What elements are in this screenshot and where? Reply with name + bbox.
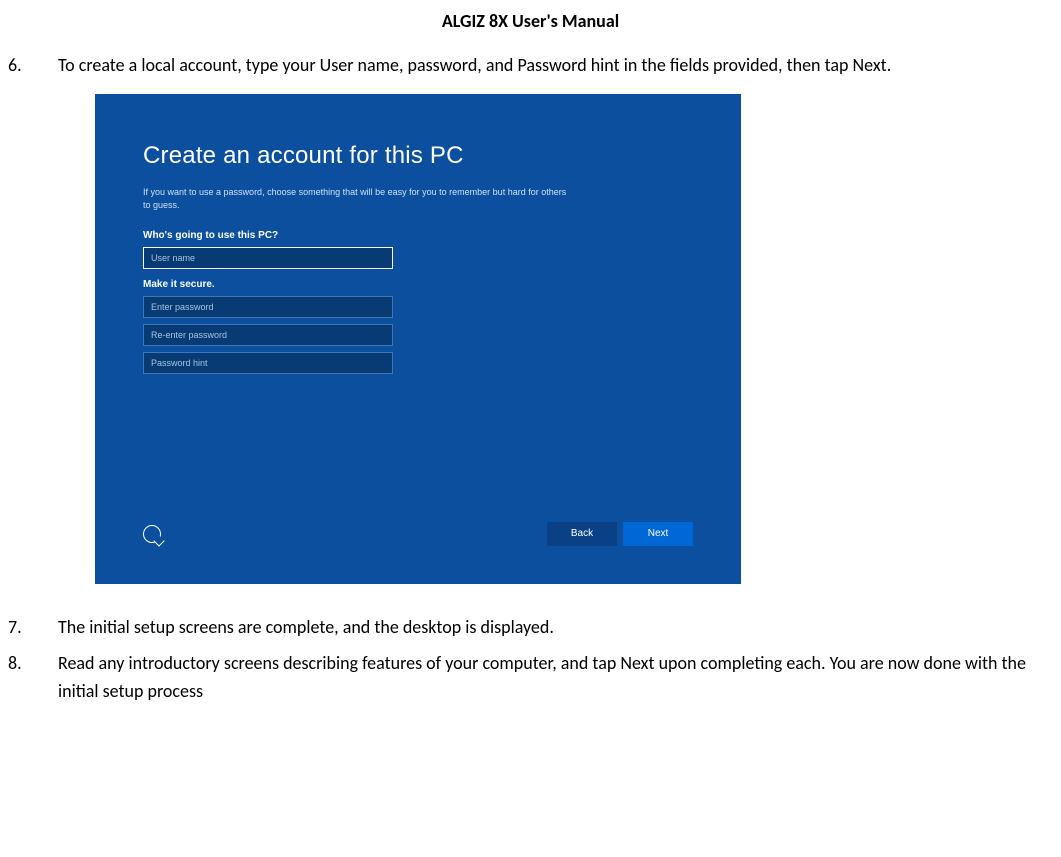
password-placeholder: Enter password [151,302,214,312]
password-field[interactable]: Enter password [143,296,393,318]
step-text: The initial setup screens are complete, … [58,614,1053,642]
next-button[interactable]: Next [623,522,693,546]
instruction-list: 6. To create a local account, type your … [0,52,1061,80]
username-field[interactable]: User name [143,247,393,269]
reenter-password-field[interactable]: Re-enter password [143,324,393,346]
step-marker: 8. [8,650,58,706]
windows-setup-screenshot: Create an account for this PC If you wan… [95,94,741,584]
step-marker: 7. [8,614,58,642]
document-title: ALGIZ 8X User's Manual [0,10,1061,32]
screenshot-heading: Create an account for this PC [143,142,693,170]
step-marker: 6. [8,52,58,80]
secure-label: Make it secure. [143,279,693,290]
step-text: To create a local account, type your Use… [58,52,1053,80]
step-6: 6. To create a local account, type your … [8,52,1053,80]
password-hint-field[interactable]: Password hint [143,352,393,374]
username-placeholder: User name [151,253,195,263]
instruction-list-continued: 7. The initial setup screens are complet… [0,614,1061,706]
screenshot-description: If you want to use a password, choose so… [143,186,573,212]
step-8: 8. Read any introductory screens describ… [8,650,1053,706]
step-7: 7. The initial setup screens are complet… [8,614,1053,642]
reenter-password-placeholder: Re-enter password [151,330,227,340]
password-hint-placeholder: Password hint [151,358,208,368]
back-button[interactable]: Back [547,522,617,546]
screenshot-figure: Create an account for this PC If you wan… [95,94,1061,584]
who-label: Who's going to use this PC? [143,230,693,241]
step-text: Read any introductory screens describing… [58,650,1053,706]
ease-of-access-icon[interactable] [143,525,161,543]
